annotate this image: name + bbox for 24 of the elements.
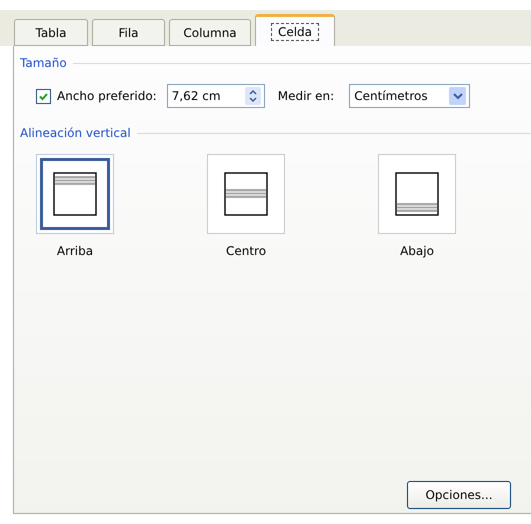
chevron-down-icon[interactable] xyxy=(449,87,466,105)
cell-alignment-icon xyxy=(224,172,268,216)
tab[interactable]: Celda xyxy=(255,14,335,46)
tab[interactable]: Tabla xyxy=(14,19,88,46)
option-label: Arriba xyxy=(56,244,94,258)
alignment-option[interactable] xyxy=(36,154,114,234)
tab[interactable]: Columna xyxy=(169,19,251,46)
spinner-icon[interactable] xyxy=(244,87,261,105)
cell-alignment-icon xyxy=(53,172,97,216)
alignment-option[interactable] xyxy=(207,154,285,234)
checkbox[interactable] xyxy=(36,88,51,104)
option-label: Centro xyxy=(226,244,266,258)
width-spin-field[interactable]: 7,62 cm xyxy=(166,84,265,108)
group-label: Tamaño xyxy=(20,56,67,70)
tab[interactable]: Fila xyxy=(92,19,165,46)
check-icon xyxy=(38,90,49,102)
options-button[interactable]: Opciones... xyxy=(407,481,511,509)
option-label: Abajo xyxy=(400,244,434,258)
unit-dropdown[interactable]: Centímetros xyxy=(349,84,470,108)
checkbox-label: Ancho preferido: xyxy=(57,89,157,103)
cell-alignment-icon xyxy=(395,172,439,216)
group-label: Alineación vertical xyxy=(20,126,131,140)
field-label: Medir en: xyxy=(278,89,334,103)
alignment-option[interactable] xyxy=(378,154,456,234)
